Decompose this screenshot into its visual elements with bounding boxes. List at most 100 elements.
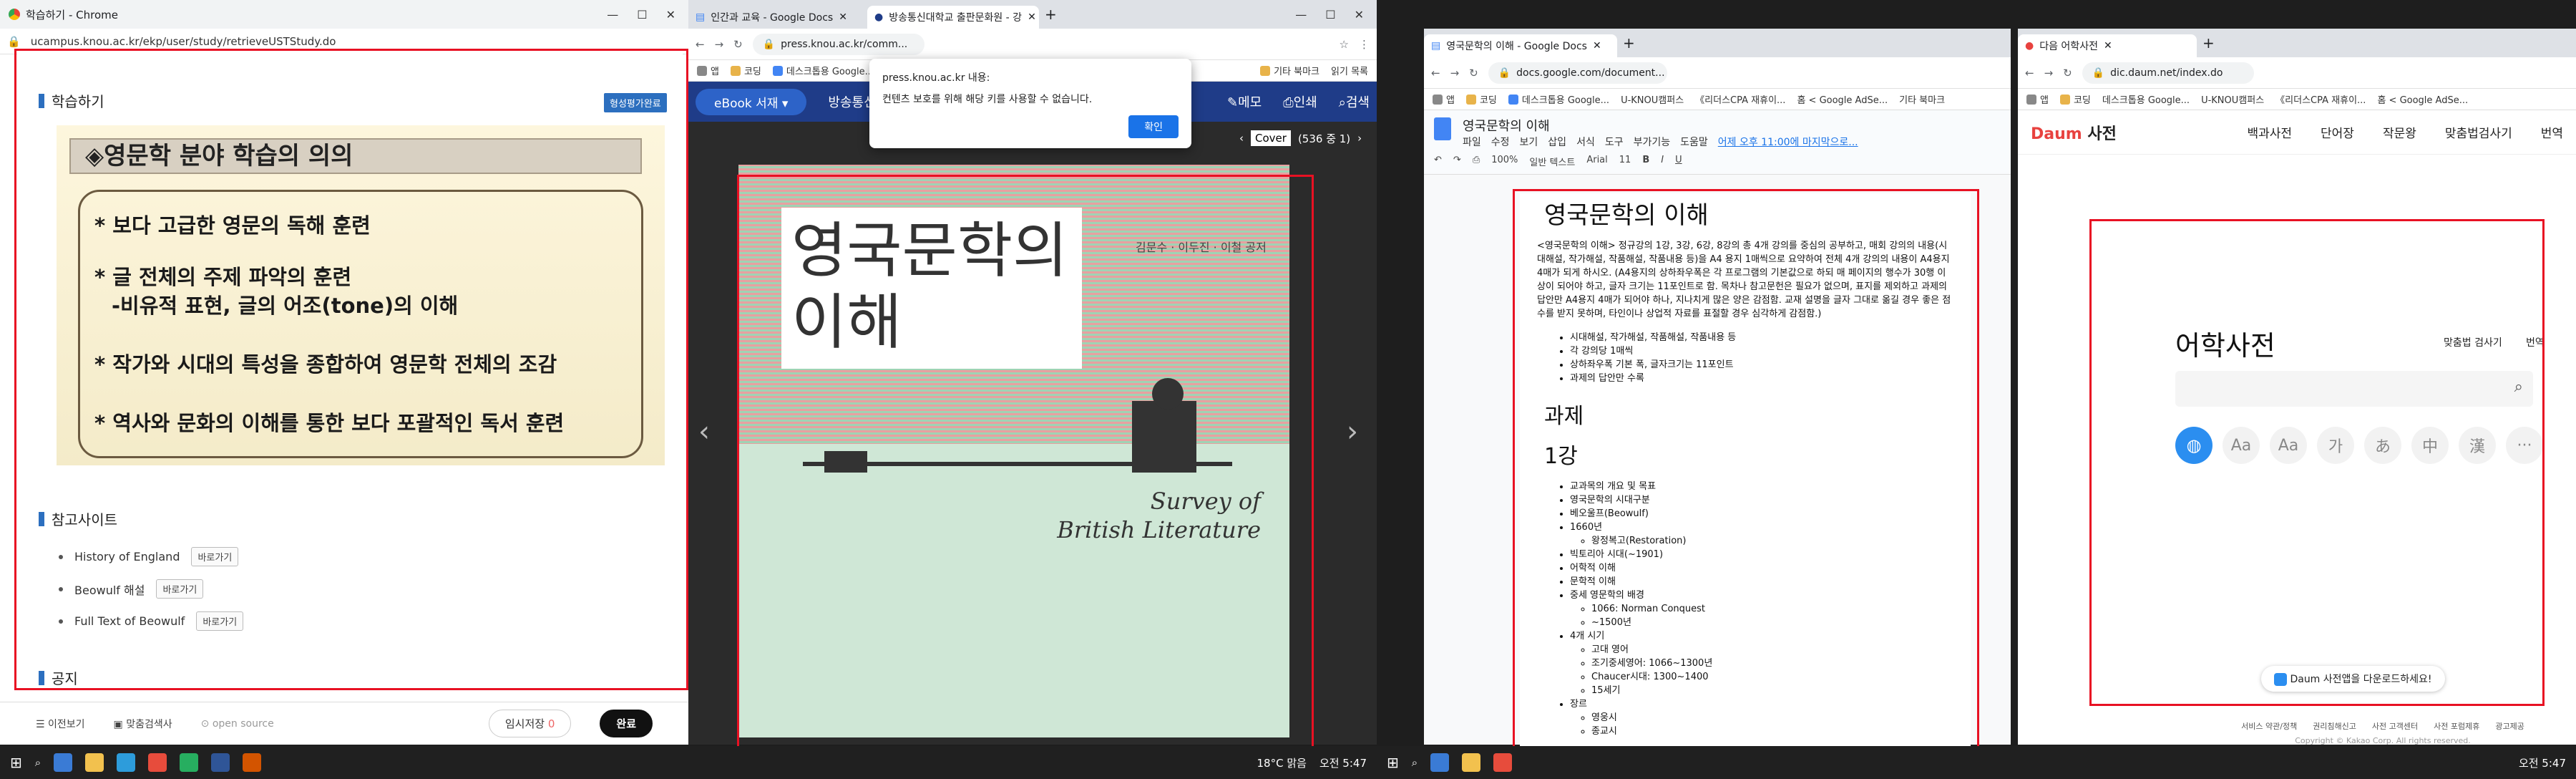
- bookmark-cpa[interactable]: 《리더스CPA 재휴이...: [1695, 92, 1785, 106]
- maximize-icon[interactable]: ☐: [637, 8, 647, 21]
- maximize-icon[interactable]: ☐: [1325, 8, 1335, 21]
- explorer-icon[interactable]: [85, 753, 104, 772]
- bookmark-reading-list[interactable]: 읽기 목록: [1331, 64, 1368, 77]
- start-icon[interactable]: ⊞: [1387, 754, 1399, 771]
- menu-insert[interactable]: 삽입: [1548, 135, 1566, 149]
- italic-icon[interactable]: I: [1661, 155, 1664, 168]
- menu-edit[interactable]: 수정: [1491, 135, 1510, 149]
- lang-all-icon[interactable]: ◍: [2175, 427, 2212, 464]
- lang-button[interactable]: Aa: [2270, 427, 2307, 464]
- temp-save-button[interactable]: 임시저장 0: [488, 710, 572, 737]
- bookmark-knou[interactable]: U-KNOU캠퍼스: [1621, 92, 1684, 106]
- bookmark-google[interactable]: 데스크톱용 Google...: [1508, 92, 1609, 106]
- docs-address-bar[interactable]: 🔒 docs.google.com/document...: [1488, 62, 1667, 84]
- lang-button[interactable]: 가: [2317, 427, 2354, 464]
- forward-icon[interactable]: →: [1450, 67, 1460, 79]
- next-page-icon[interactable]: ›: [1357, 132, 1362, 145]
- footer-link[interactable]: 광고제공: [2495, 720, 2524, 732]
- footer-link[interactable]: 사전 고객센터: [2372, 720, 2418, 732]
- dialog-ok-button[interactable]: 확인: [1128, 115, 1179, 138]
- clock[interactable]: 오전 5:47: [2519, 755, 2566, 770]
- assessment-badge[interactable]: 형성평가완료: [604, 93, 667, 112]
- spellcheck-link[interactable]: 맞춤법 검사기: [2444, 335, 2502, 349]
- close-icon[interactable]: ✕: [666, 8, 675, 21]
- footer-link[interactable]: 서비스 약관/정책: [2241, 720, 2297, 732]
- word-icon[interactable]: [211, 753, 230, 772]
- bookmark-adsense[interactable]: 홈 < Google AdSe...: [1797, 92, 1888, 106]
- study-url[interactable]: ucampus.knou.ac.kr/ekp/user/study/retrie…: [31, 35, 336, 48]
- goto-button[interactable]: 바로가기: [191, 547, 239, 566]
- clock[interactable]: 오전 5:47: [1319, 755, 1367, 770]
- menu-format[interactable]: 서식: [1576, 135, 1595, 149]
- nav-wordbook[interactable]: 단어장: [2321, 123, 2354, 141]
- forward-icon[interactable]: →: [2044, 67, 2054, 79]
- doc-page[interactable]: 영국문학의 이해 <영국문학의 이해> 정규강의 1강, 3강, 6강, 8강의…: [1520, 193, 1971, 752]
- bookmark-apps[interactable]: 앱: [2026, 92, 2049, 106]
- dict-address-bar[interactable]: 🔒 dic.daum.net/index.do: [2082, 62, 2254, 84]
- prev-view-button[interactable]: ☰ 이전보기: [36, 717, 85, 731]
- taskview-icon[interactable]: [1430, 753, 1450, 772]
- new-tab-icon[interactable]: +: [1045, 6, 1057, 23]
- lang-button[interactable]: 中: [2411, 427, 2449, 464]
- back-icon[interactable]: ←: [1431, 67, 1440, 79]
- back-icon[interactable]: ←: [696, 38, 705, 51]
- ebook-address-bar[interactable]: 🔒 press.knou.ac.kr/comm...: [752, 33, 924, 55]
- next-page-arrow-icon[interactable]: ›: [1347, 415, 1358, 448]
- star-icon[interactable]: ☆: [1340, 38, 1349, 51]
- minimize-icon[interactable]: —: [1295, 8, 1307, 21]
- close-icon[interactable]: ✕: [1355, 8, 1364, 21]
- minimize-icon[interactable]: —: [607, 8, 618, 21]
- book-cover[interactable]: 영국문학의 이해 김문수 · 이두진 · 이철 공저 Survey of Bri…: [738, 165, 1289, 737]
- search-icon[interactable]: ⌕: [2514, 378, 2523, 396]
- lang-button[interactable]: Aa: [2223, 427, 2260, 464]
- open-source-link[interactable]: ⊙ open source: [201, 718, 274, 730]
- study-titlebar[interactable]: 학습하기 - Chrome — ☐ ✕: [0, 0, 688, 29]
- search-button[interactable]: ⌕검색: [1339, 92, 1370, 111]
- powerpoint-icon[interactable]: [243, 753, 262, 772]
- tab-docs[interactable]: ▤ 인간과 교육 - Google Docs ✕: [688, 6, 867, 29]
- bold-icon[interactable]: B: [1642, 155, 1649, 168]
- underline-icon[interactable]: U: [1675, 155, 1682, 168]
- bookmark-coding[interactable]: 코딩: [730, 64, 761, 77]
- lang-button[interactable]: ···: [2506, 427, 2543, 464]
- reload-icon[interactable]: ↻: [2063, 67, 2072, 79]
- bookmark-google[interactable]: 데스크톱용 Google...: [2102, 92, 2190, 106]
- prev-page-icon[interactable]: ‹: [1239, 132, 1244, 145]
- start-icon[interactable]: ⊞: [10, 754, 22, 771]
- download-banner[interactable]: Daum 사전앱을 다운로드하세요!: [2261, 666, 2445, 692]
- close-icon[interactable]: ✕: [839, 11, 847, 23]
- search-icon[interactable]: ⌕: [1412, 756, 1418, 769]
- bookmark-coding[interactable]: 코딩: [2059, 92, 2091, 106]
- bookmark-other[interactable]: 기타 북마크: [1899, 92, 1945, 106]
- goto-button[interactable]: 바로가기: [156, 579, 204, 599]
- menu-view[interactable]: 보기: [1520, 135, 1538, 149]
- dict-search-input[interactable]: ⌕: [2175, 371, 2533, 407]
- translate-link[interactable]: 번역: [2526, 335, 2545, 349]
- nav-encyclopedia[interactable]: 백과사전: [2247, 123, 2292, 141]
- print-icon[interactable]: ⎙: [1473, 155, 1480, 168]
- weather-widget[interactable]: 18°C 맑음: [1257, 755, 1307, 770]
- footer-link[interactable]: 사전 포럼제휴: [2434, 720, 2479, 732]
- prev-page-arrow-icon[interactable]: ‹: [698, 415, 710, 448]
- ebook-titlebar[interactable]: ▤ 인간과 교육 - Google Docs ✕ ● 방송통신대학교 출판문화원 - …: [688, 0, 1377, 29]
- close-icon[interactable]: ✕: [1028, 11, 1036, 23]
- back-icon[interactable]: ←: [2025, 67, 2034, 79]
- note-button[interactable]: ✎메모: [1227, 92, 1262, 111]
- docs-titlebar[interactable]: ▤ 영국문학의 이해 - Google Docs ✕ +: [1424, 29, 2011, 57]
- chrome-icon[interactable]: [1493, 753, 1513, 772]
- close-icon[interactable]: ✕: [1593, 40, 1601, 52]
- docs-logo-icon[interactable]: [1434, 117, 1451, 140]
- reload-icon[interactable]: ↻: [1469, 67, 1478, 79]
- font-select[interactable]: Arial: [1586, 155, 1607, 168]
- bookmark-cpa[interactable]: 《리더스CPA 재휴이...: [2275, 92, 2366, 106]
- lang-button[interactable]: あ: [2364, 427, 2401, 464]
- menu-addons[interactable]: 부가기능: [1634, 135, 1671, 149]
- bookmark-other[interactable]: 기타 북마크: [1260, 64, 1319, 77]
- doc-title[interactable]: 영국문학의 이해: [1463, 116, 1550, 135]
- nav-writing[interactable]: 작문왕: [2383, 123, 2416, 141]
- new-tab-icon[interactable]: +: [1623, 34, 1635, 52]
- undo-icon[interactable]: ↶: [1434, 155, 1442, 168]
- taskview-icon[interactable]: [54, 753, 73, 772]
- edge-icon[interactable]: [117, 753, 136, 772]
- size-select[interactable]: 11: [1619, 155, 1631, 168]
